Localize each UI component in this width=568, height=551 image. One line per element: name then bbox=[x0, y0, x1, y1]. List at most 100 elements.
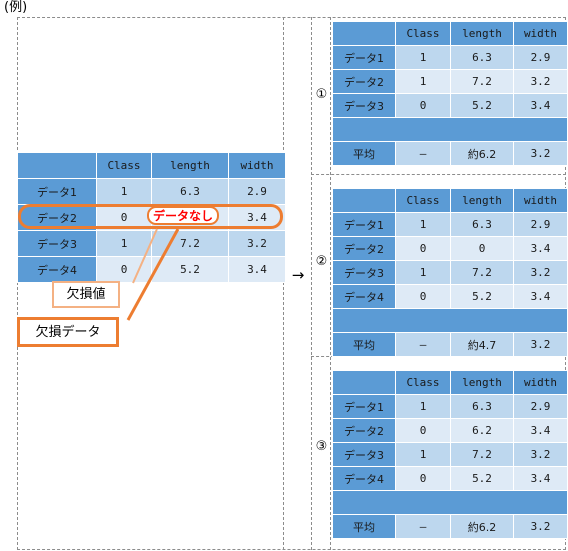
cell-class: 1 bbox=[396, 443, 450, 466]
cell-width: 3.4 bbox=[514, 94, 567, 117]
average-class: – bbox=[396, 142, 450, 165]
header-cell-blank bbox=[333, 189, 395, 212]
row-label: データ4 bbox=[333, 467, 395, 490]
table-row: データ1 1 6.3 2.9 bbox=[333, 395, 567, 418]
divider-marker-column bbox=[311, 17, 312, 550]
callout-missing-value: 欠損値 bbox=[52, 281, 120, 308]
cell-class: 0 bbox=[396, 467, 450, 490]
table-row: データ4 0 5.2 3.4 bbox=[333, 467, 567, 490]
cell-class: 0 bbox=[396, 419, 450, 442]
table-row: データ4 0 5.2 3.4 bbox=[18, 257, 285, 282]
average-length: 約6.2 bbox=[451, 515, 513, 538]
flow-arrow: → bbox=[291, 266, 305, 284]
cell-length: 0 bbox=[451, 237, 513, 260]
table-header-row: Class length width bbox=[333, 371, 567, 394]
cell-width: 3.4 bbox=[514, 285, 567, 308]
average-class: – bbox=[396, 333, 450, 356]
cell-width: 3.2 bbox=[229, 231, 285, 256]
cell-length: 6.3 bbox=[451, 46, 513, 69]
table-row: データ3 1 7.2 3.2 bbox=[333, 443, 567, 466]
header-cell-length: length bbox=[451, 371, 513, 394]
cell-width: 3.2 bbox=[514, 261, 567, 284]
average-width: 3.2 bbox=[514, 515, 567, 538]
divider-right-tables bbox=[330, 17, 331, 550]
spacer-cell bbox=[333, 118, 567, 141]
cell-width: 2.9 bbox=[514, 395, 567, 418]
variant-table-2: Class length width データ1 1 6.3 2.9 データ2 0… bbox=[332, 188, 568, 357]
table-spacer-row bbox=[333, 491, 567, 514]
table-row: データ3 0 5.2 3.4 bbox=[333, 94, 567, 117]
header-cell-blank bbox=[333, 371, 395, 394]
row-label: データ4 bbox=[18, 257, 96, 282]
variant-table-1: Class length width データ1 1 6.3 2.9 データ2 1… bbox=[332, 21, 568, 166]
table-variant-1: Class length width データ1 1 6.3 2.9 データ2 1… bbox=[332, 21, 568, 166]
table-header-row: Class length width bbox=[333, 189, 567, 212]
table-average-row: 平均 – 約6.2 3.2 bbox=[333, 142, 567, 165]
row-label: データ2 bbox=[18, 205, 96, 230]
row-label: データ3 bbox=[18, 231, 96, 256]
row-label: データ1 bbox=[333, 395, 395, 418]
table-spacer-row bbox=[333, 118, 567, 141]
row-label: データ3 bbox=[333, 261, 395, 284]
header-cell-length: length bbox=[152, 153, 228, 178]
callout-no-data: データなし bbox=[147, 206, 219, 225]
cell-length: 5.2 bbox=[451, 467, 513, 490]
cell-class: 0 bbox=[396, 285, 450, 308]
cell-class: 0 bbox=[396, 237, 450, 260]
cell-class: 1 bbox=[396, 395, 450, 418]
header-cell-blank bbox=[18, 153, 96, 178]
callout-missing-data: 欠損データ bbox=[17, 317, 119, 347]
cell-width: 2.9 bbox=[229, 179, 285, 204]
cell-length: 5.2 bbox=[451, 285, 513, 308]
cell-class: 1 bbox=[396, 213, 450, 236]
average-length: 約6.2 bbox=[451, 142, 513, 165]
average-label: 平均 bbox=[333, 515, 395, 538]
cell-length: 7.2 bbox=[451, 443, 513, 466]
header-cell-class: Class bbox=[396, 189, 450, 212]
cell-width: 3.2 bbox=[514, 70, 567, 93]
cell-class: 0 bbox=[97, 205, 151, 230]
cell-width: 2.9 bbox=[514, 213, 567, 236]
average-class: – bbox=[396, 515, 450, 538]
header-cell-blank bbox=[333, 22, 395, 45]
table-row: データ4 0 5.2 3.4 bbox=[333, 285, 567, 308]
variant-marker-1: ① bbox=[315, 87, 328, 102]
cell-class: 0 bbox=[97, 257, 151, 282]
variant-marker-3: ③ bbox=[315, 439, 328, 454]
spacer-cell bbox=[333, 309, 567, 332]
header-cell-width: width bbox=[229, 153, 285, 178]
cell-width: 3.4 bbox=[229, 205, 285, 230]
variant-marker-2: ② bbox=[315, 254, 328, 269]
header-cell-width: width bbox=[514, 22, 567, 45]
table-header-row: Class length width bbox=[18, 153, 285, 178]
table-row: データ1 1 6.3 2.9 bbox=[333, 213, 567, 236]
cell-width: 2.9 bbox=[514, 46, 567, 69]
row-label: データ3 bbox=[333, 443, 395, 466]
row-label: データ2 bbox=[333, 419, 395, 442]
table-row: データ1 1 6.3 2.9 bbox=[333, 46, 567, 69]
table-row: データ2 0 6.2 3.4 bbox=[333, 419, 567, 442]
cell-class: 1 bbox=[396, 46, 450, 69]
header-cell-length: length bbox=[451, 189, 513, 212]
cell-length: 6.3 bbox=[451, 213, 513, 236]
table-row: データ3 1 7.2 3.2 bbox=[18, 231, 285, 256]
cell-class: 1 bbox=[396, 70, 450, 93]
table-average-row: 平均 – 約4.7 3.2 bbox=[333, 333, 567, 356]
cell-width: 3.4 bbox=[514, 237, 567, 260]
cell-width: 3.2 bbox=[514, 443, 567, 466]
row-label: データ2 bbox=[333, 237, 395, 260]
cell-length: 7.2 bbox=[152, 231, 228, 256]
header-cell-class: Class bbox=[396, 22, 450, 45]
header-cell-width: width bbox=[514, 189, 567, 212]
header-cell-class: Class bbox=[396, 371, 450, 394]
row-label: データ3 bbox=[333, 94, 395, 117]
cell-class: 1 bbox=[97, 179, 151, 204]
average-width: 3.2 bbox=[514, 142, 567, 165]
table-header-row: Class length width bbox=[333, 22, 567, 45]
cell-length: 6.3 bbox=[152, 179, 228, 204]
row-label: データ4 bbox=[333, 285, 395, 308]
page-title: (例) bbox=[4, 0, 28, 15]
cell-length: 7.2 bbox=[451, 70, 513, 93]
table-row: データ3 1 7.2 3.2 bbox=[333, 261, 567, 284]
row-label: データ1 bbox=[18, 179, 96, 204]
